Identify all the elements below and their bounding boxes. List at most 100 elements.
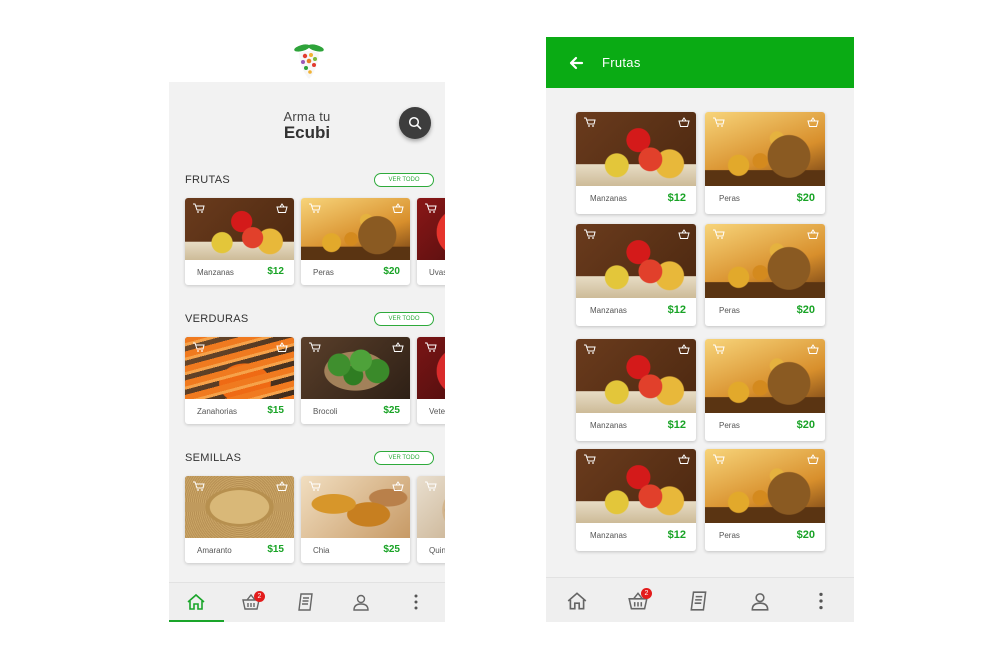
cart-icon[interactable] [713,344,725,354]
basket-icon[interactable] [276,203,288,213]
product-card[interactable]: Brocoli $25 [301,337,410,424]
nav-profile[interactable] [729,578,790,618]
basket-icon[interactable] [807,344,819,354]
section-title: FRUTAS [185,174,230,186]
product-name: Brocoli [313,407,338,416]
cart-icon[interactable] [193,203,205,213]
cart-icon[interactable] [309,342,321,352]
basket-icon[interactable] [678,229,690,239]
product-name: Peras [719,306,740,315]
cart-icon[interactable] [309,481,321,491]
nav-home[interactable] [546,578,607,618]
product-name: Chia [313,546,330,555]
see-all-button[interactable]: VER TODO [374,312,434,326]
product-card[interactable]: Manzanas $12 [576,339,696,441]
see-all-button[interactable]: VER TODO [374,451,434,465]
product-name: Peras [719,421,740,430]
cart-icon[interactable] [193,481,205,491]
nav-more[interactable] [790,578,851,618]
cart-icon[interactable] [584,117,596,127]
product-card[interactable]: Manzanas $12 [576,224,696,326]
receipt-icon [298,593,313,611]
more-vertical-icon [414,594,418,610]
product-card[interactable]: Peras $20 [705,224,825,326]
cart-icon[interactable] [713,229,725,239]
nav-orders[interactable] [279,583,334,622]
product-price: $12 [667,304,686,316]
cart-icon[interactable] [309,203,321,213]
nav-cart[interactable]: 2 [607,578,668,618]
product-name: Manzanas [197,268,234,277]
product-card[interactable]: Peras $20 [301,198,410,285]
basket-icon[interactable] [807,117,819,127]
search-button[interactable] [399,107,431,139]
cart-icon[interactable] [425,342,437,352]
product-price: $20 [383,266,400,277]
product-card[interactable]: Uvas [417,198,445,285]
product-price: $12 [667,419,686,431]
cart-icon[interactable] [425,481,437,491]
cart-badge: 2 [254,591,265,602]
nav-cart[interactable]: 2 [224,583,279,622]
product-name: Manzanas [590,306,627,315]
cart-icon[interactable] [584,454,596,464]
see-all-button[interactable]: VER TODO [374,173,434,187]
product-price: $20 [796,419,815,431]
cart-icon[interactable] [425,203,437,213]
basket-icon[interactable] [392,203,404,213]
product-card[interactable]: Quin [417,476,445,563]
cart-icon[interactable] [584,229,596,239]
nav-more[interactable] [389,583,444,622]
nav-home[interactable] [169,583,224,622]
cart-icon[interactable] [713,454,725,464]
product-card[interactable]: Manzanas $12 [576,449,696,551]
section-title: SEMILLAS [185,452,242,464]
user-icon [751,593,769,611]
product-card[interactable]: Peras $20 [705,112,825,214]
nav-profile[interactable] [334,583,389,622]
product-row: Manzanas $12 Peras $20 Uvas [185,198,445,288]
home-screen: Arma tu Ecubi FRUTAS VER TODO Manzanas $… [169,37,445,622]
cart-icon[interactable] [713,117,725,127]
product-name: Manzanas [590,421,627,430]
section-frutas: FRUTAS VER TODO Manzanas $12 Peras $20 U… [169,173,445,299]
product-row: Zanahorias $15 Brocoli $25 Veter [185,337,445,427]
basket-icon[interactable] [276,342,288,352]
product-name: Uvas [429,268,445,277]
basket-icon[interactable] [392,481,404,491]
arrow-left-icon[interactable] [568,55,584,71]
product-card[interactable]: Chia $25 [301,476,410,563]
product-price: $12 [667,529,686,541]
product-card[interactable]: Manzanas $12 [576,112,696,214]
product-card[interactable]: Zanahorias $15 [185,337,294,424]
basket-icon[interactable] [678,454,690,464]
product-name: Manzanas [590,194,627,203]
product-price: $15 [267,544,284,555]
basket-icon[interactable] [678,117,690,127]
page-title: Frutas [602,55,641,70]
category-screen: Frutas Manzanas $12 Peras $20 Manzanas $… [546,37,854,622]
cart-badge: 2 [641,588,652,599]
cart-icon[interactable] [193,342,205,352]
product-price: $25 [383,544,400,555]
product-name: Zanahorias [197,407,238,416]
product-card[interactable]: Peras $20 [705,339,825,441]
more-vertical-icon [819,592,823,610]
basket-icon[interactable] [807,229,819,239]
cart-icon[interactable] [584,344,596,354]
bottom-nav: 2 [169,582,445,622]
bottom-nav: 2 [546,577,854,622]
basket-icon[interactable] [678,344,690,354]
product-card[interactable]: Veter [417,337,445,424]
basket-icon[interactable] [392,342,404,352]
basket-icon[interactable] [276,481,288,491]
product-card[interactable]: Peras $20 [705,449,825,551]
product-card[interactable]: Manzanas $12 [185,198,294,285]
basket-icon[interactable] [807,454,819,464]
product-price: $20 [796,304,815,316]
app-bar: Frutas [546,37,854,88]
nav-orders[interactable] [668,578,729,618]
product-price: $20 [796,529,815,541]
product-price: $12 [667,192,686,204]
product-card[interactable]: Amaranto $15 [185,476,294,563]
